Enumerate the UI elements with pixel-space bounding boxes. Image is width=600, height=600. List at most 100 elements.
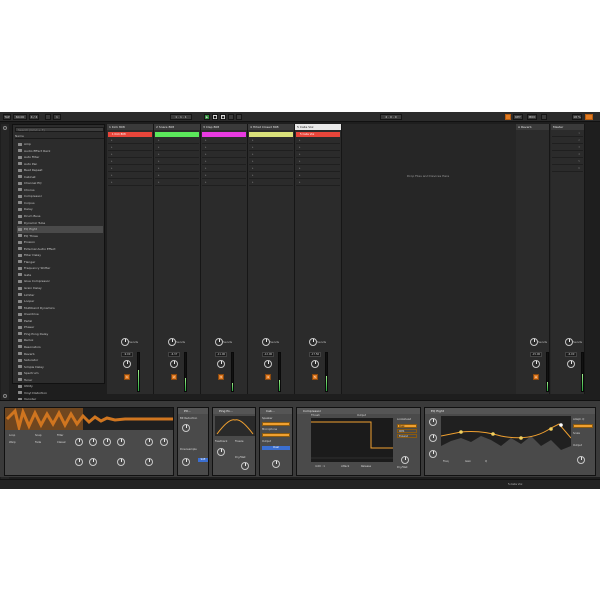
track-activator-button[interactable]: 4 bbox=[265, 374, 271, 380]
scene-launch-button[interactable]: 6 bbox=[552, 166, 583, 172]
clip[interactable]: 5 Cabs Vox bbox=[296, 132, 340, 137]
track-title[interactable]: 1 Kick 808 bbox=[107, 124, 153, 130]
track-activator-button[interactable]: 1 bbox=[124, 374, 130, 380]
simpler-decay-knob[interactable] bbox=[89, 438, 97, 446]
track-title[interactable]: 4 Hihat Closed 808 bbox=[248, 124, 294, 130]
clip[interactable] bbox=[249, 132, 293, 137]
clip-slot[interactable]: ▸ bbox=[155, 173, 199, 179]
clip-slot[interactable]: ▸ bbox=[108, 138, 152, 144]
feedback-knob[interactable] bbox=[217, 448, 225, 456]
clip-slot[interactable]: ▸ bbox=[296, 138, 340, 144]
volume-field[interactable]: -12.00 bbox=[262, 352, 274, 357]
volume-field[interactable]: -17.50 bbox=[309, 352, 321, 357]
clip-slot[interactable]: ▸ bbox=[249, 152, 293, 158]
simpler-sustain-knob[interactable] bbox=[103, 438, 111, 446]
clip[interactable] bbox=[155, 132, 199, 137]
stop-button[interactable]: ■ bbox=[212, 114, 218, 120]
clip[interactable] bbox=[202, 132, 246, 137]
clip-slot[interactable]: ▸ bbox=[202, 166, 246, 172]
scene-launch-button[interactable]: 1 bbox=[552, 131, 583, 137]
clip-slot[interactable]: ▸ bbox=[202, 152, 246, 158]
device-title[interactable]: Ping Po... bbox=[213, 408, 255, 414]
eq-curve-graph[interactable] bbox=[441, 416, 571, 458]
clip-slot[interactable]: ▸ bbox=[108, 152, 152, 158]
send-knob[interactable] bbox=[309, 338, 317, 346]
volume-field[interactable]: -15.00 bbox=[530, 352, 542, 357]
track-activator-button[interactable]: 2 bbox=[171, 374, 177, 380]
volume-field[interactable]: -6.00 bbox=[565, 352, 577, 357]
clip-slot[interactable]: ▸ bbox=[202, 138, 246, 144]
clip-slot[interactable]: ▸ bbox=[296, 152, 340, 158]
track-title[interactable]: 2 Snare 808 bbox=[154, 124, 200, 130]
metronome-button[interactable] bbox=[45, 114, 51, 120]
pan-knob[interactable] bbox=[567, 360, 575, 368]
scene-launch-button[interactable]: 4 bbox=[552, 152, 583, 158]
clip-slot[interactable]: ▸ bbox=[202, 145, 246, 151]
clip-slot[interactable]: ▸ bbox=[155, 145, 199, 151]
tempo-field[interactable]: 60.00 bbox=[13, 114, 27, 120]
dry-wet-knob[interactable] bbox=[241, 462, 249, 470]
clip-slot[interactable]: ▸ bbox=[108, 180, 152, 186]
clip-slot[interactable]: ▸ bbox=[108, 166, 152, 172]
downsample-knob[interactable] bbox=[182, 458, 190, 466]
volume-field[interactable]: -11.00 bbox=[215, 352, 227, 357]
midi-map-button[interactable]: MIDI bbox=[527, 114, 537, 120]
clip-slot[interactable]: ▸ bbox=[202, 180, 246, 186]
browser-column-header[interactable]: Name bbox=[15, 134, 104, 139]
record-button[interactable]: ● bbox=[220, 114, 226, 120]
track-title[interactable]: 3 Clap 808 bbox=[201, 124, 247, 130]
eq-adapt-q-toggle[interactable] bbox=[573, 424, 593, 428]
clip-slot[interactable]: ▸ bbox=[155, 180, 199, 186]
clip-slot[interactable]: ▸ bbox=[155, 152, 199, 158]
loop-end-field[interactable]: 4 . 0 . 0 bbox=[380, 114, 402, 120]
simpler-attack-knob[interactable] bbox=[75, 438, 83, 446]
eq-band-knob-2[interactable] bbox=[429, 434, 437, 442]
eq-band-knob-1[interactable] bbox=[429, 418, 437, 426]
track-title[interactable]: Master bbox=[551, 124, 584, 130]
clip-slot[interactable]: ▸ bbox=[155, 138, 199, 144]
compressor-rms-toggle[interactable]: RMS bbox=[397, 429, 417, 433]
quantize-menu[interactable]: 1 bbox=[53, 114, 61, 120]
cabinet-dry-wet-knob[interactable] bbox=[272, 460, 280, 468]
simpler-res-knob[interactable] bbox=[117, 458, 125, 466]
overdub-button[interactable] bbox=[228, 114, 234, 120]
scene-launch-button[interactable]: 2 bbox=[552, 138, 583, 144]
clip-slot[interactable]: ▸ bbox=[296, 180, 340, 186]
device-title[interactable]: Pit... bbox=[178, 408, 208, 414]
clip-slot[interactable]: ▸ bbox=[202, 173, 246, 179]
automation-arm-button[interactable] bbox=[236, 114, 242, 120]
play-button[interactable]: ▶ bbox=[204, 114, 210, 120]
simpler-pan-knob[interactable] bbox=[145, 438, 153, 446]
scene-launch-button[interactable]: 5 bbox=[552, 159, 583, 165]
clip[interactable]: 1 Kick 808 bbox=[108, 132, 152, 137]
tap-button[interactable]: TAP bbox=[3, 114, 11, 120]
time-signature[interactable]: 4 / 4 bbox=[29, 114, 39, 120]
send-knob[interactable] bbox=[121, 338, 129, 346]
simpler-spread-knob[interactable] bbox=[145, 458, 153, 466]
soft-toggle[interactable]: Soft bbox=[198, 458, 208, 462]
sample-waveform[interactable] bbox=[5, 408, 173, 430]
pan-knob[interactable] bbox=[532, 360, 540, 368]
volume-field[interactable]: -6.37 bbox=[168, 352, 180, 357]
clip-slot[interactable]: ▸ bbox=[202, 159, 246, 165]
compressor-ratio-value[interactable]: 4.00 : 1 bbox=[315, 465, 325, 468]
clip-slot[interactable]: ▸ bbox=[296, 159, 340, 165]
compressor-expand-toggle[interactable]: Expand bbox=[397, 434, 417, 438]
compressor-dry-wet-knob[interactable] bbox=[401, 456, 409, 464]
compressor-peak-toggle[interactable]: Peak bbox=[397, 424, 417, 428]
dual-toggle[interactable]: Dual bbox=[262, 446, 290, 450]
clip-slot[interactable]: ▸ bbox=[108, 159, 152, 165]
simpler-lfo-knob[interactable] bbox=[75, 458, 83, 466]
send-knob[interactable] bbox=[565, 338, 573, 346]
clip-slot[interactable]: ▸ bbox=[108, 145, 152, 151]
clip-slot[interactable]: ▸ bbox=[249, 180, 293, 186]
eq-band-knob-3[interactable] bbox=[429, 450, 437, 458]
track-title[interactable]: A Reverb bbox=[516, 124, 549, 130]
clip-slot[interactable]: ▸ bbox=[249, 145, 293, 151]
clip-slot[interactable]: ▸ bbox=[296, 145, 340, 151]
speaker-select[interactable] bbox=[262, 422, 290, 426]
send-knob[interactable] bbox=[215, 338, 223, 346]
arrangement-position[interactable]: 1 . 1 . 1 bbox=[170, 114, 192, 120]
device-title[interactable]: EQ Eight bbox=[425, 408, 595, 414]
clip-slot[interactable]: ▸ bbox=[296, 166, 340, 172]
